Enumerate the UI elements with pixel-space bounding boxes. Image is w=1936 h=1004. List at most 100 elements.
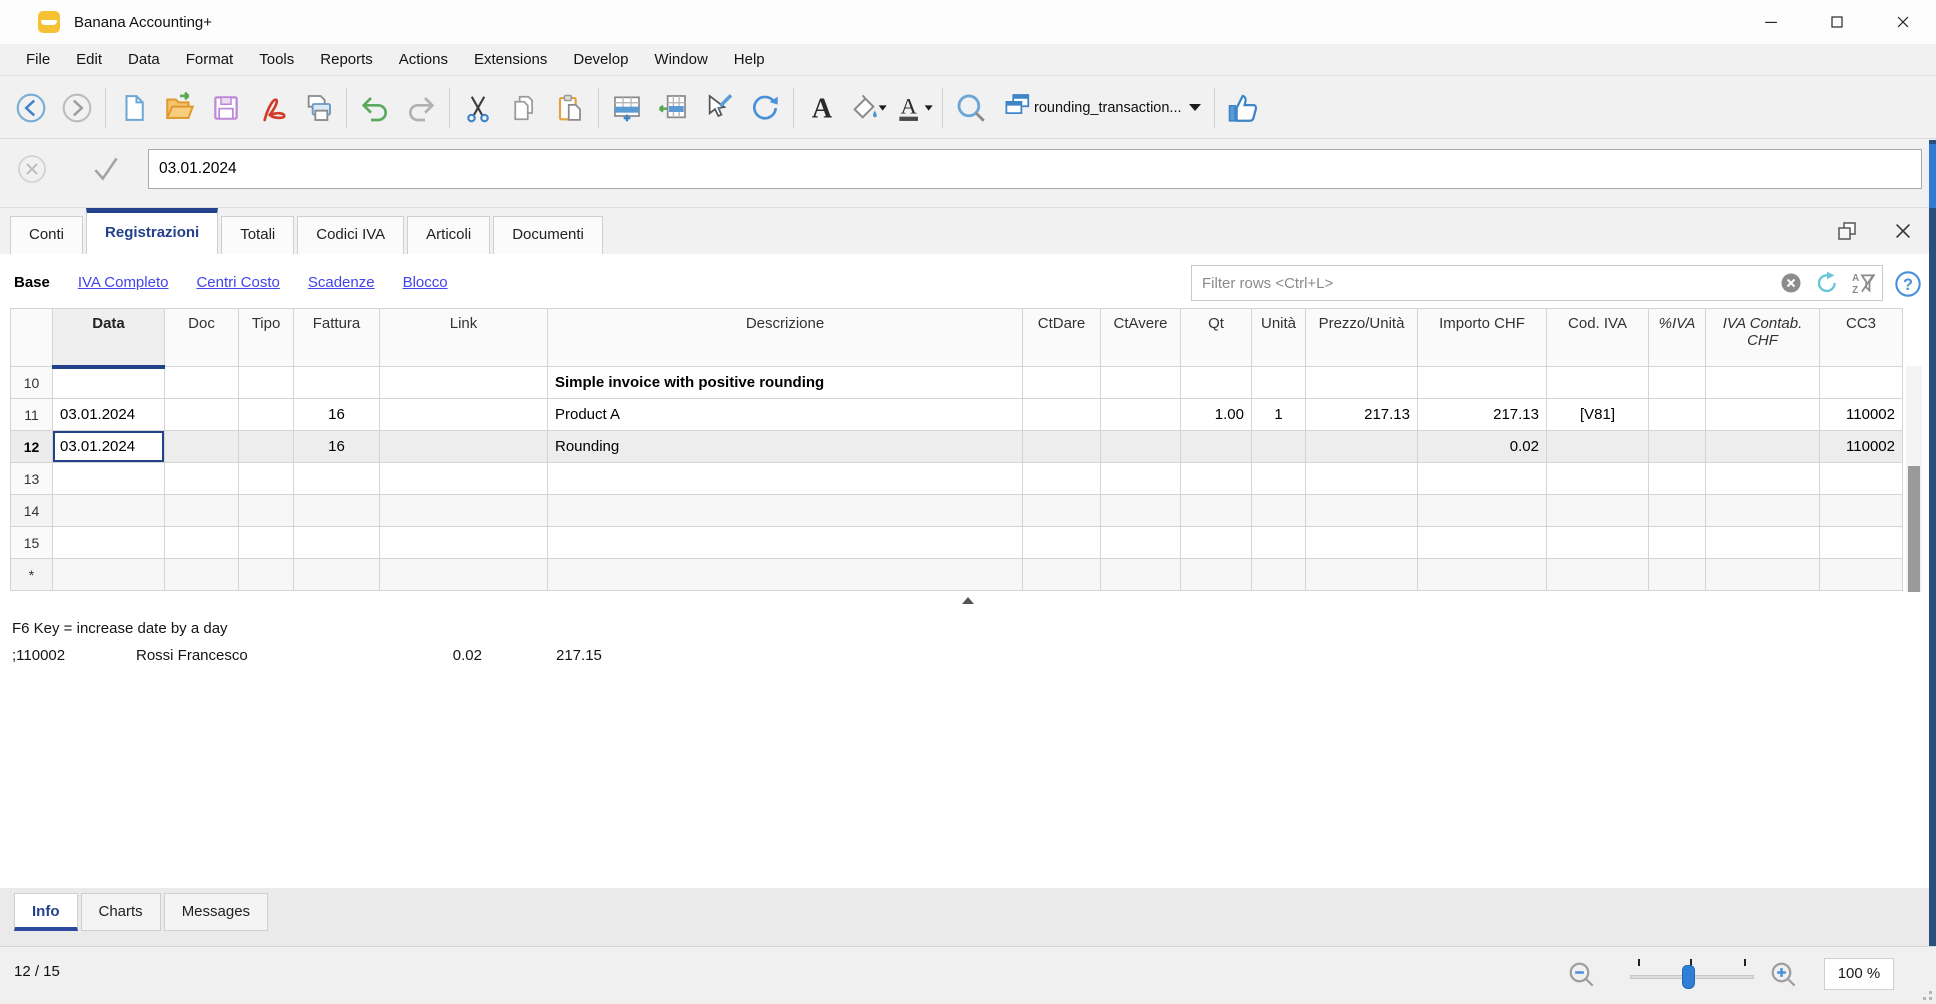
cell-cod_iva[interactable]: [V81] bbox=[1546, 398, 1649, 431]
column-header-tipo[interactable]: Tipo bbox=[238, 308, 294, 367]
like-button[interactable] bbox=[1220, 84, 1266, 132]
cell-perc_iva[interactable] bbox=[1648, 462, 1706, 495]
cell-descrizione[interactable] bbox=[547, 558, 1023, 591]
cell-doc[interactable] bbox=[164, 430, 239, 463]
view-scadenze[interactable]: Scadenze bbox=[308, 274, 375, 291]
cell-qt[interactable] bbox=[1180, 558, 1252, 591]
zoom-out-button[interactable] bbox=[1566, 959, 1598, 991]
cell-unita[interactable] bbox=[1251, 430, 1306, 463]
cell-unita[interactable] bbox=[1251, 462, 1306, 495]
back-button[interactable] bbox=[8, 84, 54, 132]
cell-cc3[interactable] bbox=[1819, 558, 1903, 591]
column-header-data[interactable]: Data bbox=[52, 308, 165, 369]
document-selector-dropdown[interactable]: rounding_transaction... bbox=[994, 86, 1209, 130]
new-file-button[interactable] bbox=[111, 84, 157, 132]
cell-doc[interactable] bbox=[164, 462, 239, 495]
font-style-button[interactable]: A bbox=[799, 84, 845, 132]
view-centri-costo[interactable]: Centri Costo bbox=[196, 274, 279, 291]
cell-prezzo[interactable] bbox=[1305, 526, 1418, 559]
cell-prezzo[interactable] bbox=[1305, 366, 1418, 399]
cell-descrizione[interactable]: Simple invoice with positive rounding bbox=[547, 366, 1023, 399]
add-row-button[interactable] bbox=[604, 84, 650, 132]
cell-importo[interactable] bbox=[1417, 558, 1547, 591]
cell-prezzo[interactable] bbox=[1305, 430, 1418, 463]
minimize-button[interactable] bbox=[1738, 0, 1804, 44]
cell-ctavere[interactable] bbox=[1100, 558, 1181, 591]
zoom-in-button[interactable] bbox=[1768, 959, 1800, 991]
cell-tipo[interactable] bbox=[238, 366, 294, 399]
sort-filter-button[interactable]: A Z bbox=[1850, 270, 1876, 296]
cell-cc3[interactable] bbox=[1819, 462, 1903, 495]
open-file-button[interactable] bbox=[157, 84, 203, 132]
cell-perc_iva[interactable] bbox=[1648, 366, 1706, 399]
cell-cod_iva[interactable] bbox=[1546, 430, 1649, 463]
column-header-descrizione[interactable]: Descrizione bbox=[547, 308, 1023, 367]
menu-format[interactable]: Format bbox=[173, 44, 247, 76]
tab-documenti[interactable]: Documenti bbox=[493, 216, 603, 254]
menu-data[interactable]: Data bbox=[115, 44, 173, 76]
cell-tipo[interactable] bbox=[238, 462, 294, 495]
edit-cell-button[interactable] bbox=[696, 84, 742, 132]
cell-importo[interactable]: 0.02 bbox=[1417, 430, 1547, 463]
cell-ctavere[interactable] bbox=[1100, 526, 1181, 559]
save-button[interactable] bbox=[203, 84, 249, 132]
menu-extensions[interactable]: Extensions bbox=[461, 44, 560, 76]
cell-unita[interactable] bbox=[1251, 494, 1306, 527]
cell-qt[interactable] bbox=[1180, 494, 1252, 527]
cell-perc_iva[interactable] bbox=[1648, 526, 1706, 559]
row-number-cell[interactable]: 10 bbox=[10, 366, 53, 399]
cell-cod_iva[interactable] bbox=[1546, 526, 1649, 559]
view-base[interactable]: Base bbox=[14, 274, 50, 291]
menu-window[interactable]: Window bbox=[641, 44, 720, 76]
column-header-cc3[interactable]: CC3 bbox=[1819, 308, 1903, 367]
row-number-cell[interactable]: * bbox=[10, 558, 53, 591]
cell-iva_contab[interactable] bbox=[1705, 526, 1820, 559]
menu-reports[interactable]: Reports bbox=[307, 44, 386, 76]
cell-perc_iva[interactable] bbox=[1648, 398, 1706, 431]
cut-button[interactable] bbox=[455, 84, 501, 132]
cell-link[interactable] bbox=[379, 526, 548, 559]
cell-descrizione[interactable]: Product A bbox=[547, 398, 1023, 431]
zoom-slider[interactable] bbox=[1630, 957, 1754, 993]
cell-tipo[interactable] bbox=[238, 526, 294, 559]
cell-iva_contab[interactable] bbox=[1705, 558, 1820, 591]
menu-file[interactable]: File bbox=[13, 44, 63, 76]
redo-button[interactable] bbox=[398, 84, 444, 132]
cell-doc[interactable] bbox=[164, 398, 239, 431]
cell-cc3[interactable] bbox=[1819, 494, 1903, 527]
cell-data[interactable]: 03.01.2024 bbox=[52, 430, 165, 463]
maximize-button[interactable] bbox=[1804, 0, 1870, 44]
cell-iva_contab[interactable] bbox=[1705, 366, 1820, 399]
cell-perc_iva[interactable] bbox=[1648, 430, 1706, 463]
column-header-ctdare[interactable]: CtDare bbox=[1022, 308, 1101, 367]
cell-prezzo[interactable] bbox=[1305, 462, 1418, 495]
cell-ctdare[interactable] bbox=[1022, 430, 1101, 463]
tab-charts[interactable]: Charts bbox=[80, 893, 161, 931]
cell-fattura[interactable]: 16 bbox=[293, 398, 380, 431]
cell-tipo[interactable] bbox=[238, 558, 294, 591]
column-header-num[interactable] bbox=[10, 308, 53, 367]
panel-splitter[interactable] bbox=[0, 594, 1936, 608]
cell-unita[interactable]: 1 bbox=[1251, 398, 1306, 431]
cell-fattura[interactable]: 16 bbox=[293, 430, 380, 463]
cell-importo[interactable]: 217.13 bbox=[1417, 398, 1547, 431]
tab-registrazioni[interactable]: Registrazioni bbox=[86, 208, 219, 254]
menu-help[interactable]: Help bbox=[721, 44, 778, 76]
help-button[interactable]: ? bbox=[1893, 269, 1923, 299]
cell-tipo[interactable] bbox=[238, 398, 294, 431]
close-button[interactable] bbox=[1870, 0, 1936, 44]
cell-descrizione[interactable]: Rounding bbox=[547, 430, 1023, 463]
row-number-cell[interactable]: 12 bbox=[10, 430, 53, 463]
paste-button[interactable] bbox=[547, 84, 593, 132]
cell-link[interactable] bbox=[379, 366, 548, 399]
cell-perc_iva[interactable] bbox=[1648, 558, 1706, 591]
zoom-slider-thumb[interactable] bbox=[1682, 965, 1695, 989]
search-button[interactable] bbox=[948, 84, 994, 132]
cell-iva_contab[interactable] bbox=[1705, 462, 1820, 495]
filter-rows-input[interactable] bbox=[1202, 274, 1778, 292]
column-header-prezzo[interactable]: Prezzo/Unità bbox=[1305, 308, 1418, 367]
font-color-button[interactable]: A bbox=[891, 84, 937, 132]
row-number-cell[interactable]: 14 bbox=[10, 494, 53, 527]
cell-importo[interactable] bbox=[1417, 526, 1547, 559]
cell-ctdare[interactable] bbox=[1022, 526, 1101, 559]
